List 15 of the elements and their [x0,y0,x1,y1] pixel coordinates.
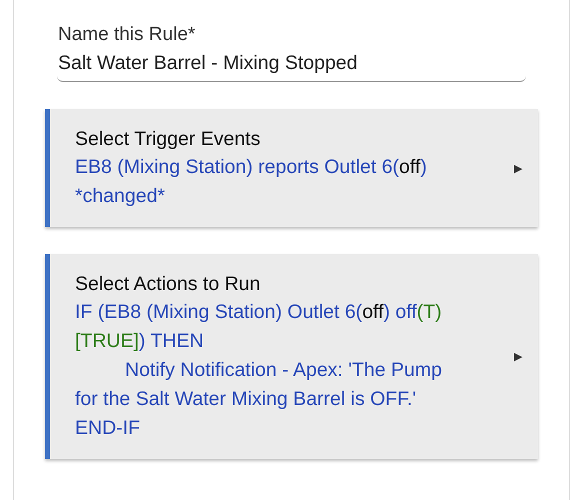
rule-name-field[interactable]: Salt Water Barrel - Mixing Stopped [57,46,526,82]
rule-description: [TRUE]) THEN [75,329,205,354]
rule-section-card[interactable]: Select Actions to Run IF (EB8 (Mixing Station) Outlet 6(off) off(T) [TRUE]) THEN Notify Notification - Apex: 'The Pump for the Salt Water Mixing Barrel is OFF.' END-IF ▶ [45,254,538,459]
section-title: Select Trigger Events [75,127,262,152]
rule-description: for the Salt Water Mixing Barrel is OFF.' [75,387,418,412]
rule-description: IF (EB8 (Mixing Station) Outlet 6(off) off(T) [75,300,443,325]
rule-description: EB8 (Mixing Station) reports Outlet 6(off) [75,155,428,180]
rule-section-card[interactable]: Select Trigger Events EB8 (Mixing Station) reports Outlet 6(off) *changed* ▶ [45,109,538,227]
rule-description: Notify Notification - Apex: 'The Pump [124,358,443,383]
section-title: Select Actions to Run [75,272,262,297]
rule-description: END-IF [75,416,141,441]
field-label: Name this Rule* [57,24,196,46]
expand-arrow-icon: ▶ [514,350,522,363]
expand-arrow-icon: ▶ [514,162,522,174]
rule-description: *changed* [75,184,166,209]
